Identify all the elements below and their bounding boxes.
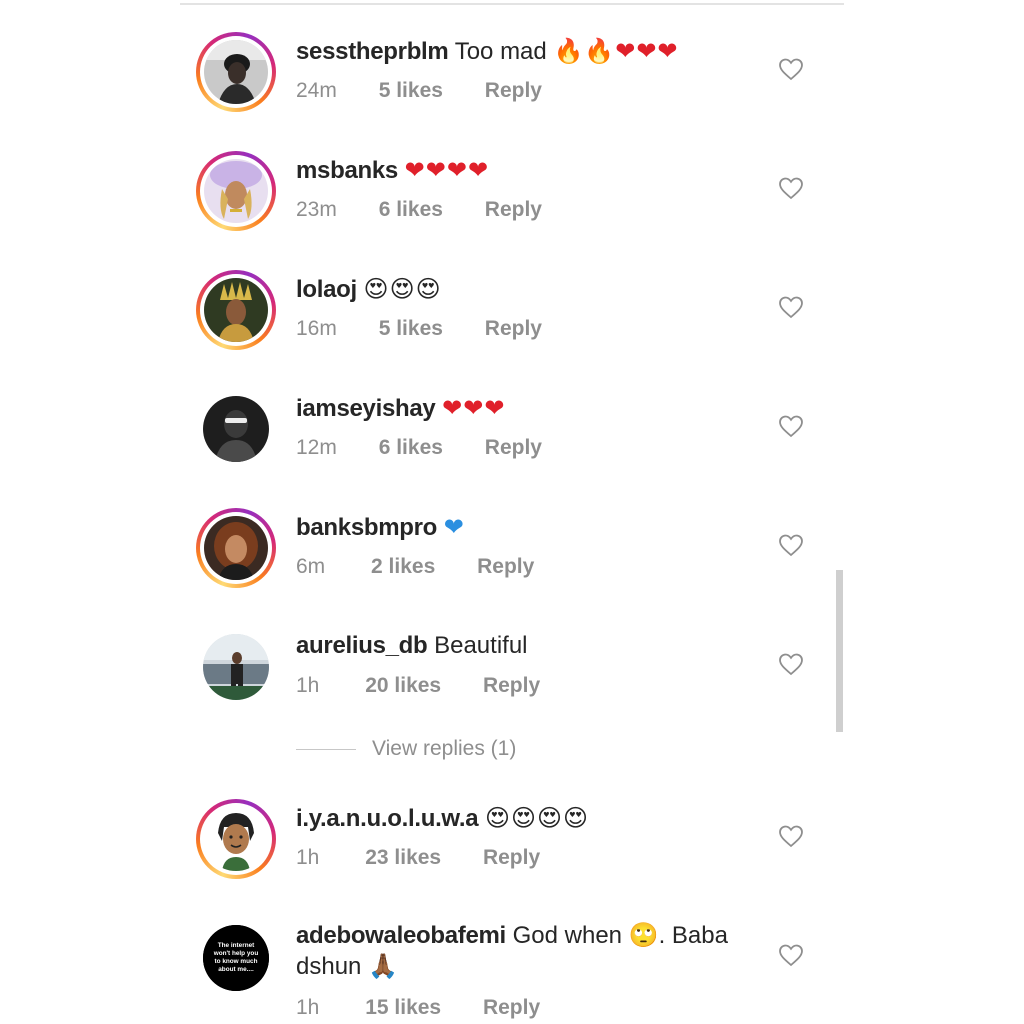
reply-button[interactable]: Reply	[485, 435, 542, 461]
heart-outline-icon[interactable]	[778, 943, 804, 967]
view-replies-button[interactable]: View replies (1)	[296, 737, 516, 765]
svg-text:won't help you: won't help you	[213, 950, 259, 957]
reply-button[interactable]: Reply	[485, 316, 542, 342]
reply-button[interactable]: Reply	[485, 78, 542, 104]
comment-text: sesstheprblm Too mad 🔥🔥❤❤❤	[296, 36, 679, 67]
comment-text: i.y.a.n.u.o.l.u.w.a 😍😍😍😍	[296, 803, 589, 834]
emoji-reaction: ❤❤❤❤	[404, 156, 490, 184]
likes-count[interactable]: 5 likes	[379, 316, 443, 342]
timestamp: 16m	[296, 317, 337, 340]
comment-meta: 16m 5 likes Reply	[296, 316, 542, 342]
reply-button[interactable]: Reply	[483, 845, 540, 871]
timestamp: 1h	[296, 996, 320, 1019]
comment-meta: 24m 5 likes Reply	[296, 78, 542, 104]
comment-text: banksbmpro ❤	[296, 512, 465, 543]
emoji-reaction: ❤❤❤	[442, 394, 506, 422]
timestamp: 12m	[296, 436, 337, 459]
reply-button[interactable]: Reply	[483, 995, 540, 1021]
emoji-reaction: ❤	[443, 513, 465, 541]
likes-count[interactable]: 6 likes	[379, 197, 443, 223]
heart-outline-icon[interactable]	[778, 652, 804, 676]
comment-meta: 12m 6 likes Reply	[296, 435, 542, 461]
comment-body: Too mad	[454, 38, 547, 65]
view-replies-divider	[296, 748, 356, 750]
avatar[interactable]	[196, 389, 276, 469]
avatar[interactable]	[196, 508, 276, 588]
likes-count[interactable]: 6 likes	[379, 435, 443, 461]
timestamp: 24m	[296, 79, 337, 102]
emoji-reaction: 🔥🔥❤❤❤	[553, 37, 679, 65]
username[interactable]: adebowaleobafemi	[296, 922, 506, 949]
avatar[interactable]	[196, 151, 276, 231]
username[interactable]: msbanks	[296, 157, 398, 184]
username[interactable]: iamseyishay	[296, 395, 436, 422]
username[interactable]: lolaoj	[296, 276, 357, 303]
timestamp: 1h	[296, 674, 320, 697]
timestamp: 6m	[296, 555, 326, 578]
avatar[interactable]	[196, 32, 276, 112]
timestamp: 1h	[296, 846, 320, 869]
heart-outline-icon[interactable]	[778, 414, 804, 438]
avatar[interactable]	[196, 627, 276, 707]
top-divider	[180, 3, 844, 5]
reply-button[interactable]: Reply	[483, 673, 540, 699]
comment-text: lolaoj 😍😍😍	[296, 274, 442, 305]
heart-outline-icon[interactable]	[778, 176, 804, 200]
likes-count[interactable]: 2 likes	[371, 554, 435, 580]
svg-text:to know much: to know much	[215, 958, 258, 965]
likes-count[interactable]: 15 likes	[365, 995, 441, 1021]
avatar[interactable]: The internet won't help you to know much…	[196, 918, 276, 998]
avatar[interactable]	[196, 799, 276, 879]
comment-text: iamseyishay ❤❤❤	[296, 393, 505, 424]
emoji-reaction: 😍😍😍	[363, 275, 442, 303]
comment-meta: 23m 6 likes Reply	[296, 197, 542, 223]
likes-count[interactable]: 23 likes	[365, 845, 441, 871]
heart-outline-icon[interactable]	[778, 824, 804, 848]
comment-meta: 1h 23 likes Reply	[296, 845, 540, 871]
svg-text:The internet: The internet	[218, 942, 255, 949]
likes-count[interactable]: 20 likes	[365, 673, 441, 699]
comment-text: aurelius_db Beautiful	[296, 631, 528, 661]
heart-outline-icon[interactable]	[778, 533, 804, 557]
comment-text: msbanks ❤❤❤❤	[296, 155, 489, 186]
reply-button[interactable]: Reply	[477, 554, 534, 580]
comment-meta: 6m 2 likes Reply	[296, 554, 534, 580]
username[interactable]: aurelius_db	[296, 632, 428, 659]
comment-meta: 1h 20 likes Reply	[296, 673, 540, 699]
comment-meta: 1h 15 likes Reply	[296, 995, 540, 1021]
view-replies-label: View replies (1)	[372, 737, 517, 760]
username[interactable]: sesstheprblm	[296, 38, 449, 65]
comment-text: adebowaleobafemi God when 🙄. Baba dshun …	[296, 920, 766, 982]
timestamp: 23m	[296, 198, 337, 221]
likes-count[interactable]: 5 likes	[379, 78, 443, 104]
avatar[interactable]	[196, 270, 276, 350]
reply-button[interactable]: Reply	[485, 197, 542, 223]
emoji-reaction: 😍😍😍😍	[485, 804, 590, 832]
heart-outline-icon[interactable]	[778, 57, 804, 81]
svg-text:about me....: about me....	[218, 966, 254, 973]
comment-body: Beautiful	[434, 632, 528, 659]
heart-outline-icon[interactable]	[778, 295, 804, 319]
username[interactable]: banksbmpro	[296, 514, 437, 541]
username[interactable]: i.y.a.n.u.o.l.u.w.a	[296, 805, 479, 832]
scrollbar-thumb[interactable]	[836, 570, 843, 732]
